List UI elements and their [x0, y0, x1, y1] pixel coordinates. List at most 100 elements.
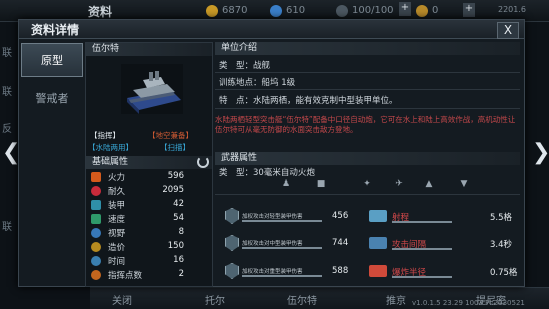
hud-right-value: 2201.6 — [498, 5, 526, 14]
weapon-damage-value: 744 — [332, 238, 349, 248]
gold-icon — [206, 5, 218, 17]
close-button[interactable]: X — [497, 22, 519, 39]
stat-row: 耐久 2095 — [88, 185, 212, 198]
refresh-icon[interactable] — [197, 156, 209, 168]
tag-rank: 【指挥】 — [90, 131, 120, 140]
unit-type-value: 战舰 — [253, 61, 271, 71]
stat-label: 耐久 — [108, 187, 126, 197]
bg-side-label: 联 — [2, 48, 12, 59]
shield-icon — [225, 235, 239, 251]
stat-bar — [392, 221, 452, 223]
bg-side-label: 联 — [2, 222, 12, 233]
stat-label: 造价 — [108, 243, 126, 253]
weapon-stat-value: 5.5格 — [490, 213, 513, 223]
coin-icon — [416, 5, 428, 17]
train-value: 船坞 1级 — [261, 78, 296, 88]
stat-value: 8 — [178, 227, 184, 237]
train-line: 训练地点：船坞 1级 — [219, 76, 295, 88]
gold-count: 6870 — [222, 5, 248, 16]
bottom-nav-item[interactable]: 推京 — [386, 292, 406, 307]
damage-bar — [242, 220, 322, 222]
stat-label: 时间 — [108, 257, 126, 267]
soldier-icon: ♟ — [281, 179, 291, 189]
stat-label: 速度 — [108, 215, 126, 225]
stat-value: 150 — [167, 241, 184, 251]
weapon-damage-caption: 加权攻击对轻型装甲伤害 — [242, 214, 303, 220]
armor-icon — [91, 200, 101, 210]
weapon-type-label: 类 型： — [219, 168, 254, 178]
unit-type-line: 类 型：战舰 — [219, 59, 270, 71]
stat-row: 指挥点数 2 — [88, 269, 212, 282]
weapon-row: 加权攻击对重型装甲伤害 588 爆炸半径 0.75格 — [215, 263, 524, 282]
add-coin-button[interactable]: + — [463, 3, 475, 17]
blast-icon — [369, 265, 387, 277]
tab-prototype[interactable]: 原型 — [21, 43, 83, 77]
ship-icon: ▲ — [425, 179, 433, 189]
stat-value: 596 — [167, 171, 184, 181]
unit-type-label: 类 型： — [219, 61, 254, 71]
bottom-nav-item[interactable]: 伍尔特 — [287, 292, 317, 307]
cmd-icon — [91, 270, 101, 280]
stat-label: 装甲 — [108, 201, 126, 211]
feature-line: 特 点：水陆两栖，能有效克制中型装甲单位。 — [219, 94, 398, 106]
stat-row: 装甲 42 — [88, 199, 212, 212]
hud-title: 资料 — [88, 5, 113, 19]
stat-bar — [392, 248, 452, 250]
feature-label: 特 点： — [219, 96, 254, 106]
prev-arrow-icon[interactable]: ❮ — [2, 140, 20, 166]
weapon-header: 武器属性 — [215, 152, 520, 165]
unit-description: 水陆两栖轻型突击艇“伍尔特”配备中口径自动炮，它可在水上和陆上高效作战，高机动性… — [215, 115, 516, 134]
tag-mobility: 【水陆两用】 — [88, 143, 133, 152]
damage-bar — [242, 275, 322, 277]
shield-icon — [225, 208, 239, 224]
divider — [215, 108, 520, 109]
tag-type: 【地空兼备】 — [148, 131, 193, 140]
tank-icon: ■ — [316, 179, 326, 189]
stat-value: 42 — [173, 199, 184, 209]
bg-side-label: 反 — [2, 124, 12, 135]
gem-icon — [270, 5, 282, 17]
stat-row: 时间 16 — [88, 255, 212, 268]
bg-side-label: 联 — [2, 87, 12, 98]
eye-icon — [91, 228, 101, 238]
add-energy-button[interactable]: + — [399, 2, 411, 16]
unit-detail-dialog: 资料详情 X 原型 警戒者 伍尔特 【指挥】 【地空兼备】 【水陆两用】 【扫描… — [18, 19, 525, 287]
stat-value: 16 — [173, 255, 184, 265]
weapon-damage-value: 456 — [332, 211, 349, 221]
bottom-nav-item[interactable]: 关闭 — [112, 292, 132, 307]
energy-icon — [336, 5, 348, 17]
stat-row: 火力 596 — [88, 171, 212, 184]
weapon-row: 加权攻击对中型装甲伤害 744 攻击间隔 3.4秒 — [215, 235, 524, 254]
gem-count: 610 — [286, 5, 306, 16]
divider — [215, 194, 520, 195]
divider — [215, 72, 520, 73]
weapon-type-line: 类 型：30毫米自动火炮 — [219, 166, 315, 178]
stat-row: 速度 54 — [88, 213, 212, 226]
damage-bar — [242, 247, 322, 249]
base-stats-header: 基础属性 — [86, 156, 212, 169]
coin-count: 0 — [432, 5, 439, 16]
stat-value: 2095 — [162, 185, 184, 195]
bottom-nav-item[interactable]: 托尔 — [205, 292, 225, 307]
unit-card: 伍尔特 【指挥】 【地空兼备】 【水陆两用】 【扫描】 基础属性 火力 596 耐… — [85, 42, 213, 287]
stat-row: 视野 8 — [88, 227, 212, 240]
stat-bar — [392, 276, 452, 278]
train-label: 训练地点： — [219, 78, 262, 88]
divider — [215, 89, 520, 90]
tank-image — [121, 64, 183, 114]
unit-name: 伍尔特 — [86, 43, 212, 56]
weapon-damage-value: 588 — [332, 266, 349, 276]
weapon-type-value: 30毫米自动火炮 — [253, 168, 315, 178]
helicopter-icon: ✦ — [363, 179, 371, 189]
weapon-stat-value: 3.4秒 — [490, 240, 513, 250]
dialog-header: 资料详情 X — [19, 20, 524, 39]
shield-icon — [225, 263, 239, 279]
tab-guardian[interactable]: 警戒者 — [21, 82, 83, 116]
weapon-row: 加权攻击对轻型装甲伤害 456 射程 5.5格 — [215, 208, 524, 227]
boat-icon: ▼ — [460, 179, 468, 189]
next-arrow-icon[interactable]: ❯ — [532, 140, 549, 166]
fire-icon — [91, 172, 101, 182]
stat-label: 指挥点数 — [108, 271, 143, 281]
energy-count: 100/100 — [352, 5, 394, 16]
speed-icon — [91, 214, 101, 224]
